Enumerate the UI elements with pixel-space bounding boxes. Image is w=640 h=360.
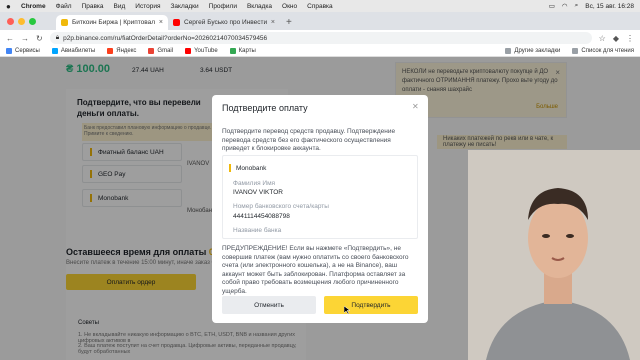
url-text: p2p.binance.com/ru/fiatOrderDetail?order… (63, 34, 268, 42)
bookmark-label: Карты (238, 48, 256, 54)
apple-icon[interactable]: ● (6, 2, 13, 11)
menu-profiles[interactable]: Профили (209, 3, 237, 10)
yandex-icon (107, 48, 114, 54)
bookmark-apps[interactable]: Сервисы (6, 48, 40, 54)
star-icon[interactable]: ☆ (599, 34, 606, 43)
account-label: Номер банковского счета/карты (233, 203, 329, 210)
bookmark-youtube[interactable]: YouTube (185, 48, 218, 54)
bookmark-label: Другие закладки (514, 48, 561, 54)
plane-icon (51, 48, 58, 54)
tab-strip: Биткоин Биржа | Криптовалю… × Сергей Бус… (0, 12, 640, 30)
mouse-cursor-icon (344, 306, 350, 314)
bank-header: Monobank (229, 164, 266, 172)
menubar: ● Chrome Файл Правка Вид История Закладк… (0, 0, 640, 12)
close-tab-icon[interactable]: × (271, 19, 275, 26)
bookmark-flights[interactable]: Авиабилеты (51, 48, 96, 54)
close-icon[interactable]: ✕ (412, 102, 419, 111)
url-field[interactable]: 🔒︎ p2p.binance.com/ru/fiatOrderDetail?or… (49, 32, 592, 44)
menu-tab[interactable]: Вкладка (247, 3, 272, 10)
name-value: IVANOV VIKTOR (233, 189, 283, 196)
bookmarks-bar: Сервисы Авиабилеты Яндекс Gmail YouTube … (0, 46, 640, 57)
modal-description: Подтвердите перевод средств продавцу. По… (222, 128, 396, 152)
binance-favicon-icon (61, 19, 68, 26)
bookmark-yandex[interactable]: Яндекс (107, 48, 136, 54)
new-tab-icon[interactable]: + (286, 17, 292, 28)
youtube-icon (185, 48, 192, 54)
other-bookmarks[interactable]: Другие закладки (505, 48, 560, 54)
folder-icon (505, 48, 512, 54)
bookmark-label: Gmail (157, 48, 174, 54)
reload-icon[interactable]: ↻ (36, 34, 43, 43)
menu-help[interactable]: Справка (307, 3, 333, 10)
tab-title: Сергей Бусько про Инвестиц… (184, 19, 267, 26)
menu-edit[interactable]: Правка (82, 3, 104, 10)
bank-marker (229, 164, 231, 172)
confirm-button[interactable]: Подтвердить (324, 296, 418, 314)
bookmark-label: Яндекс (116, 48, 137, 54)
menu-window[interactable]: Окно (282, 3, 297, 10)
lock-icon: 🔒︎ (55, 34, 60, 41)
menu-file[interactable]: Файл (56, 3, 72, 10)
clock[interactable]: Вс, 15 авг. 16:28 (585, 3, 634, 10)
reading-list[interactable]: Список для чтения (572, 48, 634, 54)
window-controls (7, 18, 36, 25)
minimize-window-icon[interactable] (18, 18, 25, 25)
close-window-icon[interactable] (7, 18, 14, 25)
apps-grid-icon (6, 48, 12, 54)
reading-list-icon (572, 48, 579, 54)
extensions-icon[interactable]: ◆ (613, 34, 619, 43)
battery-icon[interactable]: ▭ (549, 2, 555, 10)
search-icon[interactable]: ⌕ (575, 2, 579, 10)
modal-warning: ПРЕДУПРЕЖДЕНИЕ! Если вы нажмете «Подтвер… (222, 245, 409, 295)
bank-name: Monobank (236, 164, 267, 172)
gmail-icon (148, 48, 155, 54)
menu-bookmarks[interactable]: Закладки (171, 3, 199, 10)
payment-details: Monobank Фамилия Имя IVANOV VIKTOR Номер… (222, 155, 418, 239)
menu-view[interactable]: Вид (114, 3, 126, 10)
bookmark-label: Сервисы (15, 48, 40, 54)
tab-title: Биткоин Биржа | Криптовалю… (72, 19, 155, 26)
confirm-payment-modal: Подтвердите оплату ✕ Подтвердите перевод… (212, 95, 428, 323)
menu-history[interactable]: История (135, 3, 160, 10)
wifi-icon[interactable]: ◠ (562, 2, 568, 10)
account-value: 4441114454088798 (233, 213, 290, 220)
menu-app[interactable]: Chrome (21, 3, 46, 10)
bank-name-label: Название банка (233, 227, 282, 234)
bookmark-maps[interactable]: Карты (229, 48, 256, 54)
maps-icon (229, 48, 236, 54)
menu-dots-icon[interactable]: ⋮ (626, 34, 634, 43)
cancel-button[interactable]: Отменить (222, 296, 316, 314)
tab-youtube[interactable]: Сергей Бусько про Инвестиц… × (168, 15, 280, 30)
toolbar: ← → ↻ 🔒︎ p2p.binance.com/ru/fiatOrderDet… (0, 30, 640, 46)
webcam-overlay (468, 150, 640, 360)
bookmark-label: Авиабилеты (60, 48, 96, 54)
presenter-video (468, 150, 640, 360)
bookmark-label: YouTube (194, 48, 218, 54)
back-icon[interactable]: ← (6, 34, 14, 43)
close-tab-icon[interactable]: × (159, 19, 163, 26)
tab-binance[interactable]: Биткоин Биржа | Криптовалю… × (56, 15, 168, 30)
forward-icon[interactable]: → (21, 34, 29, 43)
name-label: Фамилия Имя (233, 180, 276, 187)
youtube-favicon-icon (173, 19, 180, 26)
modal-title: Подтвердите оплату (222, 103, 308, 113)
bookmark-gmail[interactable]: Gmail (148, 48, 173, 54)
bookmark-label: Список для чтения (581, 48, 634, 54)
zoom-window-icon[interactable] (29, 18, 36, 25)
